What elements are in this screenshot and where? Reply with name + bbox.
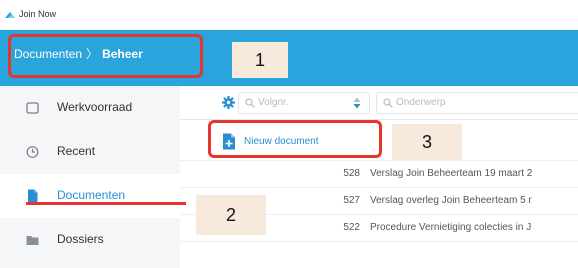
document-icon — [28, 189, 38, 203]
callout-number-2: 2 — [196, 195, 266, 235]
search-icon — [245, 98, 255, 108]
callout-number-3: 3 — [392, 124, 462, 160]
volgnr-placeholder: Volgnr. — [258, 97, 289, 108]
onderwerp-filter-field[interactable]: Onderwerp — [376, 92, 578, 114]
volgnr-filter-field[interactable]: Volgnr. — [238, 92, 370, 114]
sidebar-item-label: Recent — [57, 144, 96, 158]
document-number: 522 — [343, 222, 360, 233]
onderwerp-placeholder: Onderwerp — [396, 97, 446, 108]
inbox-icon — [26, 102, 39, 114]
sidebar-item-label: Dossiers — [57, 232, 104, 246]
clock-icon — [26, 146, 39, 158]
sort-arrows-icon[interactable] — [353, 97, 361, 109]
sidebar-item-werkvoorraad[interactable]: Werkvoorraad — [0, 86, 180, 130]
sidebar-item-label: Documenten — [57, 188, 126, 202]
callout-number-1: 1 — [232, 42, 288, 78]
app-name: Join Now — [19, 9, 57, 19]
main-content: Volgnr. Onderwerp Nieuw document 528 Ver… — [180, 86, 578, 268]
document-subject: Procedure Vernietiging colecties in J — [370, 222, 532, 233]
document-number: 528 — [343, 168, 360, 179]
folder-icon — [26, 236, 39, 245]
title-bar: Join Now — [0, 0, 578, 30]
callout-frame-breadcrumb — [8, 34, 203, 78]
search-icon — [383, 98, 393, 108]
table-row[interactable]: 528 Verslag Join Beheerteam 19 maart 2 — [180, 160, 578, 187]
document-subject: Verslag overleg Join Beheerteam 5 r — [370, 195, 532, 206]
gear-icon[interactable] — [222, 96, 235, 109]
sidebar-item-label: Werkvoorraad — [57, 100, 133, 114]
sidebar-item-dossiers[interactable]: Dossiers — [0, 218, 180, 262]
callout-underline-documenten — [26, 202, 186, 205]
filter-toolbar: Volgnr. Onderwerp — [180, 86, 578, 120]
sidebar: Werkvoorraad Recent Documenten Dossiers — [0, 86, 180, 268]
sidebar-item-recent[interactable]: Recent — [0, 130, 180, 174]
document-number: 527 — [343, 195, 360, 206]
document-subject: Verslag Join Beheerteam 19 maart 2 — [370, 168, 533, 179]
table-row[interactable] — [180, 241, 578, 268]
join-now-logo-icon — [5, 12, 15, 18]
callout-frame-new-document — [208, 120, 382, 158]
sidebar-item-documenten[interactable]: Documenten — [0, 174, 180, 218]
